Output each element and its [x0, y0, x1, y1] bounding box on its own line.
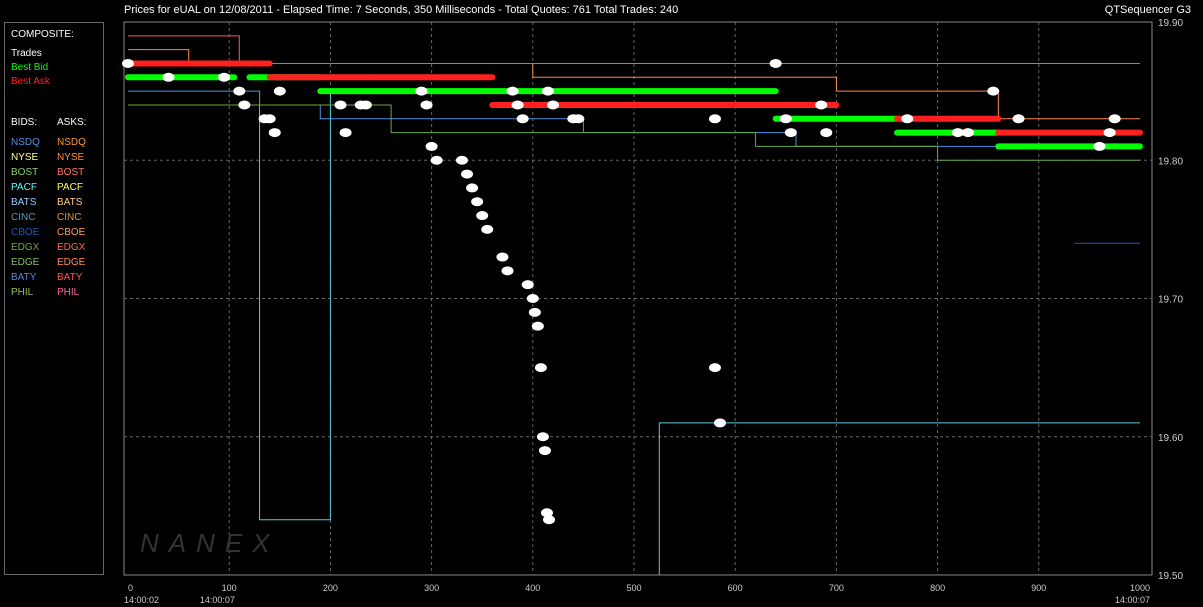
- x-tick-label: 500: [626, 583, 641, 593]
- time-label: 14:00:02: [124, 595, 159, 605]
- trade-point: [238, 100, 251, 110]
- trade-point: [708, 114, 721, 124]
- x-tick-label: 900: [1031, 583, 1046, 593]
- watermark: NANEX: [140, 528, 280, 558]
- trade-point: [541, 86, 554, 96]
- trade-point: [784, 128, 797, 138]
- trade-point: [268, 128, 281, 138]
- trade-point: [415, 86, 428, 96]
- trade-point: [339, 128, 352, 138]
- y-tick-label: 19.50: [1158, 571, 1183, 582]
- trade-point: [511, 100, 524, 110]
- trade-point: [430, 155, 443, 165]
- trade-point: [122, 58, 134, 68]
- trade-point: [1108, 114, 1121, 124]
- trade-point: [714, 418, 727, 428]
- price-chart: NANEX 19.50 19.60 19.70 19.80 19.90 0 100 200 30…: [122, 18, 1183, 605]
- y-tick-label: 19.90: [1158, 18, 1183, 29]
- trade-point: [534, 363, 547, 373]
- trade-point: [263, 114, 276, 124]
- trade-point: [526, 294, 539, 303]
- y-tick-label: 19.60: [1158, 433, 1183, 444]
- trade-point: [501, 266, 514, 276]
- trade-point: [425, 141, 438, 151]
- x-tick-label: 200: [323, 583, 338, 593]
- trade-point: [987, 86, 1000, 96]
- trade-point: [1103, 128, 1116, 138]
- x-tick-label: 600: [728, 583, 743, 593]
- time-label: 14:00:07: [1115, 595, 1150, 605]
- trade-point: [531, 321, 544, 331]
- trade-point: [528, 307, 541, 317]
- trade-point: [769, 58, 782, 68]
- trade-point: [547, 100, 560, 110]
- time-label: 14:00:07: [200, 595, 235, 605]
- trade-point: [901, 114, 914, 124]
- trade-point: [461, 169, 474, 179]
- trade-point: [334, 100, 347, 110]
- trade-point: [572, 114, 585, 124]
- trade-point: [542, 515, 555, 525]
- trade-point: [481, 224, 494, 234]
- trade-point: [476, 211, 489, 221]
- x-tick-label: 700: [829, 583, 844, 593]
- trade-point: [420, 100, 433, 110]
- x-tick-label: 400: [525, 583, 540, 593]
- y-tick-label: 19.70: [1158, 295, 1183, 306]
- x-tick-label: 0: [128, 583, 133, 593]
- trade-point: [521, 280, 534, 290]
- trade-point: [516, 114, 529, 124]
- trade-point: [466, 183, 479, 193]
- trade-point: [471, 197, 484, 207]
- trade-point: [536, 432, 549, 442]
- trade-point: [162, 72, 175, 82]
- x-tick-label: 100: [222, 583, 237, 593]
- trade-point: [708, 363, 721, 373]
- x-tick-label: 300: [424, 583, 439, 593]
- trade-point: [496, 252, 509, 262]
- trade-point: [779, 114, 792, 124]
- trade-point: [820, 128, 833, 138]
- x-tick-label: 800: [930, 583, 945, 593]
- trade-point: [359, 100, 372, 110]
- trade-point: [233, 86, 246, 96]
- trade-point: [538, 446, 551, 456]
- trade-point: [273, 86, 286, 96]
- trade-point: [506, 86, 519, 96]
- x-tick-label: 1000: [1130, 583, 1150, 593]
- trade-point: [815, 100, 828, 110]
- y-tick-label: 19.80: [1158, 156, 1183, 167]
- trade-point: [961, 128, 974, 138]
- trade-point: [1093, 141, 1106, 151]
- trade-point: [1012, 114, 1025, 124]
- trade-point: [455, 155, 468, 165]
- trade-point: [218, 72, 231, 82]
